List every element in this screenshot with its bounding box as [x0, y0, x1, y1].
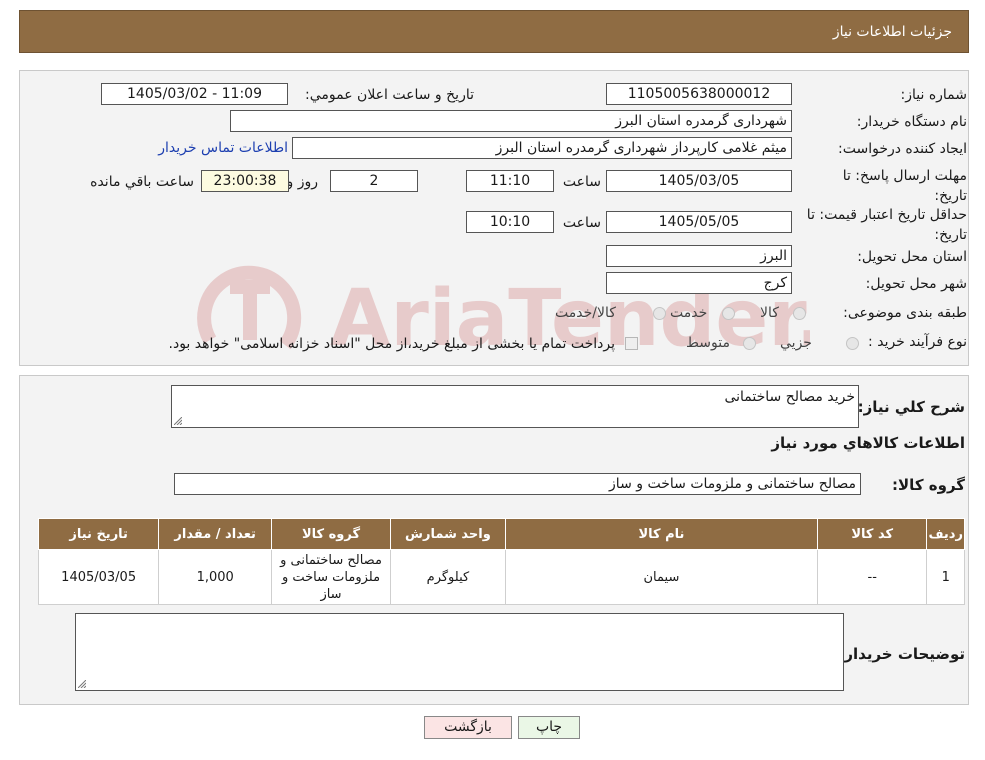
resize-grip-icon[interactable]	[174, 417, 182, 425]
price-validity-time-label: ساعت	[562, 215, 601, 231]
treasury-payment-checkbox[interactable]	[625, 337, 638, 350]
header-goods-code: کد کالا	[816, 518, 928, 550]
general-desc-textarea[interactable]: خرید مصالح ساختمانی	[171, 385, 859, 428]
process-medium-radio[interactable]	[743, 337, 756, 350]
category-service-radio[interactable]	[722, 307, 735, 320]
buyer-contact-link[interactable]: اطلاعات تماس خريدار	[158, 140, 288, 156]
remaining-time-label: ساعت باقي مانده	[90, 174, 194, 190]
goods-group-label: گروه کالا:	[892, 476, 965, 494]
header-goods-group: گروه کالا	[271, 518, 391, 550]
province-label: استان محل تحویل:	[857, 249, 967, 265]
general-desc-label: شرح کلي نياز:	[857, 398, 965, 416]
process-partial-radio[interactable]	[846, 337, 859, 350]
page-header: جزئیات اطلاعات نیاز	[19, 10, 969, 53]
goods-group-field: مصالح ساختمانی و ملزومات ساخت و ساز	[174, 473, 861, 495]
items-section-title: اطلاعات کالاهاي مورد نياز	[771, 434, 965, 452]
items-table-header-row: تاريخ نياز تعداد / مقدار گروه کالا واحد …	[37, 518, 965, 550]
cell-goods-name: سیمان	[504, 549, 818, 605]
announce-datetime-label: تاریخ و ساعت اعلان عمومي:	[305, 87, 474, 103]
deadline-time-field: 11:10	[466, 170, 554, 192]
header-row-number: رديف	[926, 518, 965, 550]
table-row: 1405/03/05 1,000 مصالح ساختمانی و ملزوما…	[37, 549, 965, 605]
requester-field: میثم غلامی کارپرداز شهرداری گرمدره استان…	[292, 137, 792, 159]
print-button[interactable]: چاپ	[518, 716, 580, 739]
items-table: تاريخ نياز تعداد / مقدار گروه کالا واحد …	[37, 518, 965, 605]
deadline-label: مهلت ارسال پاسخ: تا تاریخ:	[842, 168, 967, 204]
price-validity-date-field: 1405/05/05	[606, 211, 792, 233]
general-desc-text: خرید مصالح ساختمانی	[724, 389, 855, 405]
category-service-label: خدمت	[670, 305, 708, 321]
resize-grip-icon[interactable]	[78, 680, 86, 688]
province-field: البرز	[606, 245, 792, 267]
cell-goods-code: --	[816, 549, 928, 605]
process-medium-label: متوسط	[686, 335, 730, 351]
deadline-date-field: 1405/03/05	[606, 170, 792, 192]
buyer-org-label: نام دستگاه خريدار:	[856, 114, 967, 130]
price-validity-time-field: 10:10	[466, 211, 554, 233]
deadline-days-field: 2	[330, 170, 418, 192]
cell-need-date: 1405/03/05	[37, 549, 160, 605]
back-button[interactable]: بازگشت	[424, 716, 512, 739]
remaining-time-field: 23:00:38	[201, 170, 289, 192]
price-validity-label: حداقل تاریخ اعتبار قیمت: تا تاریخ:	[806, 207, 967, 243]
deadline-days-label: روز و	[286, 174, 319, 190]
category-goods-service-radio[interactable]	[653, 307, 666, 320]
category-goods-radio[interactable]	[793, 307, 806, 320]
header-quantity: تعداد / مقدار	[158, 518, 273, 550]
cell-goods-group: مصالح ساختمانی و ملزومات ساخت و ساز	[271, 549, 391, 605]
deadline-time-label: ساعت	[562, 174, 601, 190]
process-partial-label: جزیي	[780, 335, 812, 351]
need-number-label: شماره نیاز:	[900, 87, 968, 103]
buyer-org-field: شهرداری گرمدره استان البرز	[230, 110, 792, 132]
page-title: جزئیات اطلاعات نیاز	[832, 24, 952, 40]
buyer-notes-textarea[interactable]	[75, 613, 844, 691]
cell-unit: کیلوگرم	[389, 549, 506, 605]
header-need-date: تاريخ نياز	[37, 518, 160, 550]
city-field: کرج	[606, 272, 792, 294]
treasury-payment-note: پرداخت تمام یا بخشی از مبلغ خرید،از محل …	[168, 336, 615, 352]
city-label: شهر محل تحویل:	[865, 276, 967, 292]
category-goods-service-label: کالا/خدمت	[555, 305, 616, 321]
announce-datetime-field: 1405/03/02 - 11:09	[101, 83, 288, 105]
requester-label: ايجاد کننده درخواست:	[838, 141, 967, 157]
cell-quantity: 1,000	[158, 549, 273, 605]
buyer-notes-label: توضیحات خریدار:	[838, 645, 965, 663]
cell-row-number: 1	[926, 549, 965, 605]
header-goods-name: نام کالا	[504, 518, 818, 550]
header-unit: واحد شمارش	[389, 518, 506, 550]
category-goods-label: کالا	[760, 305, 779, 321]
process-type-label: نوع فرآیند خرید :	[868, 334, 967, 350]
need-number-field: 1105005638000012	[606, 83, 792, 105]
category-label: طبقه بندی موضوعی:	[843, 305, 967, 321]
